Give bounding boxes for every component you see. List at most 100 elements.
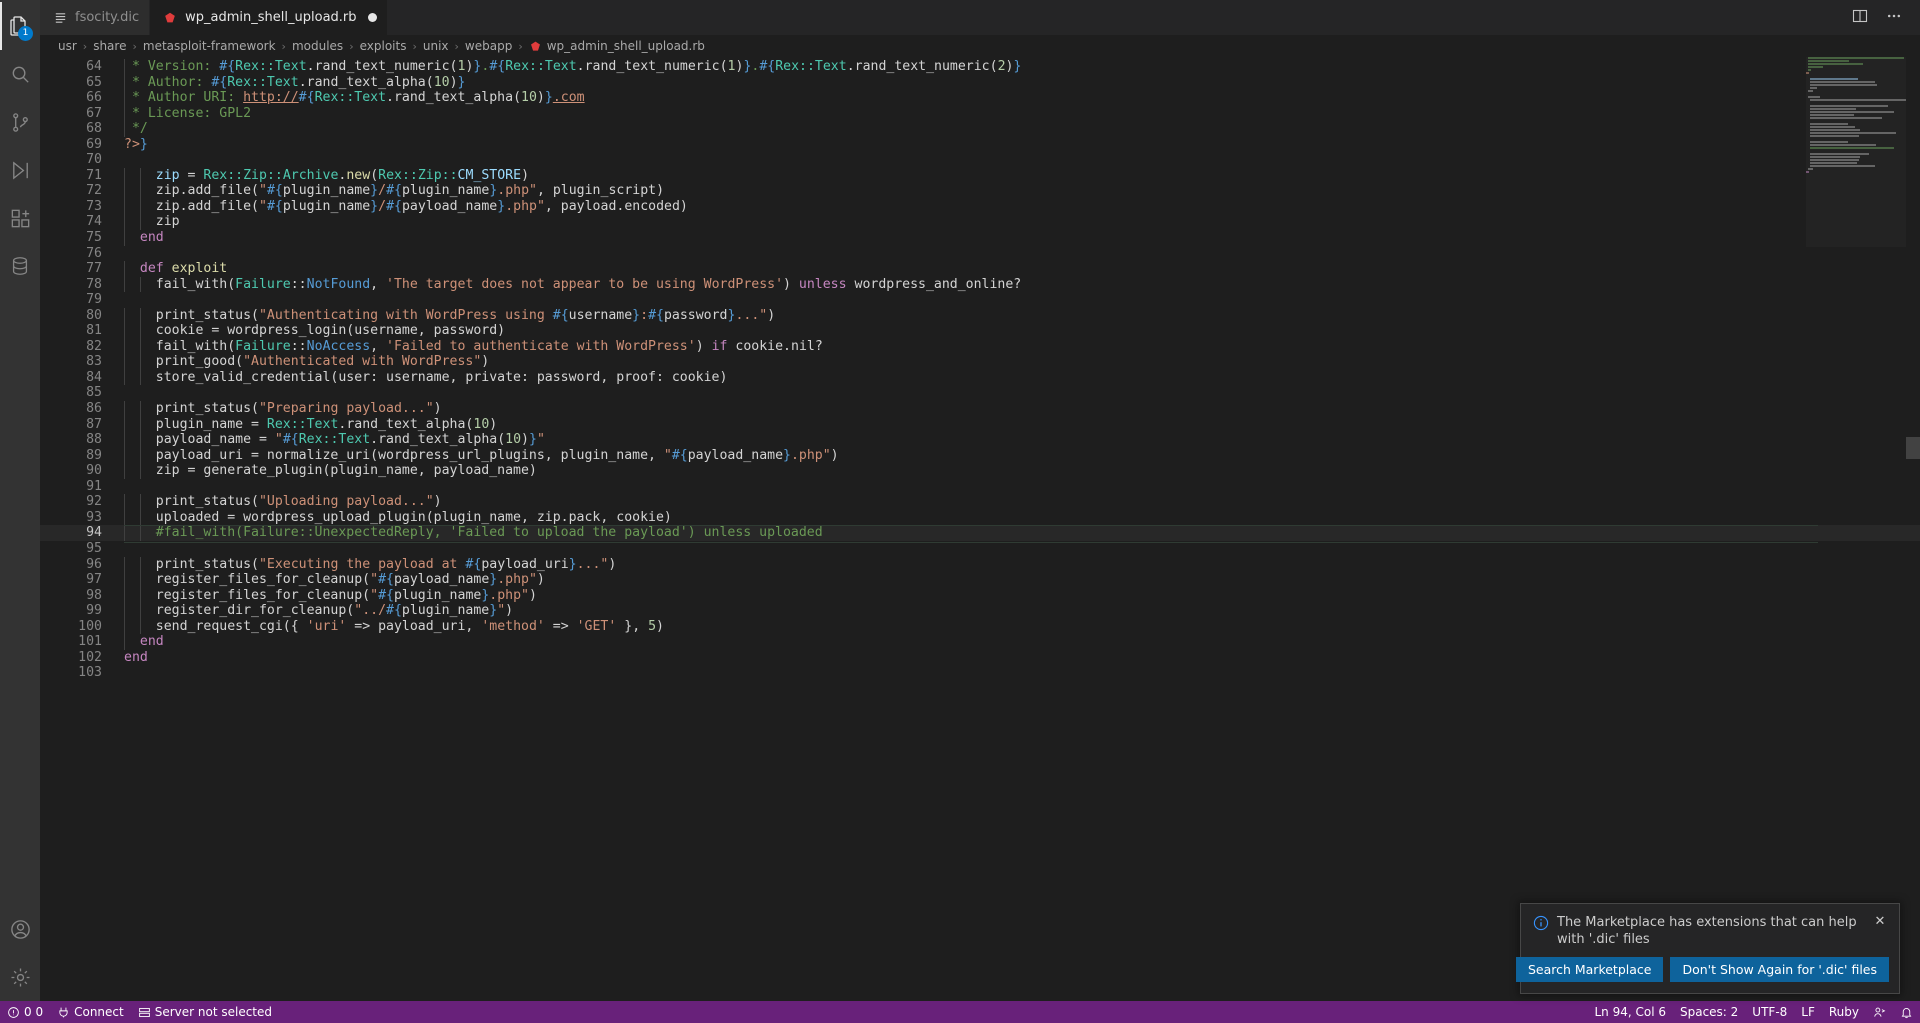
- status-notifications-bell[interactable]: [1893, 1001, 1920, 1023]
- status-connect-label: Connect: [74, 1005, 124, 1019]
- activity-bar-item-extensions[interactable]: [0, 194, 40, 242]
- code-line[interactable]: 81 cookie = wordpress_login(username, pa…: [40, 323, 1920, 339]
- indent-guide: [139, 618, 141, 635]
- code-line[interactable]: 69 ?>}: [40, 137, 1920, 153]
- minimap-slider[interactable]: [1806, 57, 1906, 247]
- code-line[interactable]: 66 * Author URI: http://#{Rex::Text.rand…: [40, 90, 1920, 106]
- code-line[interactable]: 67 * License: GPL2: [40, 105, 1920, 122]
- code-line[interactable]: 75 end: [40, 230, 1920, 246]
- code-line[interactable]: 95: [40, 541, 1920, 557]
- status-indentation[interactable]: Spaces: 2: [1673, 1001, 1745, 1023]
- code-line[interactable]: 68 */: [40, 121, 1920, 137]
- code-line[interactable]: 85: [40, 385, 1920, 401]
- breadcrumb-item-file[interactable]: wp_admin_shell_upload.rb: [529, 39, 705, 53]
- line-number: 76: [86, 245, 102, 261]
- tab-fsocity-dic[interactable]: fsocity.dic: [40, 0, 151, 35]
- code-line[interactable]: 71 zip = Rex::Zip::Archive.new(Rex::Zip:…: [40, 167, 1920, 184]
- code-line[interactable]: 93 uploaded = wordpress_upload_plugin(pl…: [40, 509, 1920, 526]
- activity-bar-item-search[interactable]: [0, 50, 40, 98]
- code-line[interactable]: 82 fail_with(Failure::NoAccess, 'Failed …: [40, 338, 1920, 355]
- status-bar-left: 0 0 Connect Server not selected: [0, 1001, 279, 1023]
- code-line[interactable]: 78 fail_with(Failure::NotFound, 'The tar…: [40, 276, 1920, 293]
- code-line[interactable]: 100 send_request_cgi({ 'uri' => payload_…: [40, 618, 1920, 635]
- code-line[interactable]: 79: [40, 292, 1920, 308]
- code-token: plugin_name: [401, 603, 490, 619]
- breadcrumb-item[interactable]: exploits: [360, 39, 407, 53]
- code-line[interactable]: 64 * Version: #{Rex::Text.rand_text_nume…: [40, 59, 1920, 75]
- code-line[interactable]: 87 plugin_name = Rex::Text.rand_text_alp…: [40, 416, 1920, 433]
- activity-bar-item-run-and-debug[interactable]: [0, 146, 40, 194]
- line-number: 96: [86, 556, 102, 572]
- code-token: ": [536, 198, 545, 214]
- status-language-mode[interactable]: Ruby: [1822, 1001, 1866, 1023]
- code-line[interactable]: 84 store_valid_credential(user: username…: [40, 369, 1920, 386]
- code-line[interactable]: 77 def exploit: [40, 261, 1920, 277]
- code-line[interactable]: 97 register_files_for_cleanup("#{payload…: [40, 572, 1920, 588]
- code-line[interactable]: 92 print_status("Uploading payload..."): [40, 494, 1920, 510]
- code-line[interactable]: 70: [40, 152, 1920, 168]
- code-line[interactable]: 96 print_status("Executing the payload a…: [40, 556, 1920, 573]
- breadcrumb-item[interactable]: metasploit-framework: [143, 39, 276, 53]
- status-server-selector[interactable]: Server not selected: [131, 1001, 279, 1023]
- breadcrumb-item[interactable]: webapp: [465, 39, 512, 53]
- status-live-share[interactable]: [1866, 1001, 1893, 1023]
- server-icon: [138, 1006, 151, 1019]
- activity-bar-item-source-control[interactable]: [0, 98, 40, 146]
- status-connect[interactable]: Connect: [50, 1001, 131, 1023]
- activity-bar-item-explorer[interactable]: 1: [0, 2, 40, 50]
- minimap[interactable]: [1806, 57, 1906, 247]
- code-line[interactable]: 88 payload_name = "#{Rex::Text.rand_text…: [40, 432, 1920, 448]
- code-line[interactable]: 91: [40, 479, 1920, 495]
- code-line[interactable]: 89 payload_uri = normalize_uri(wordpress…: [40, 447, 1920, 464]
- code-line[interactable]: 90 zip = generate_plugin(plugin_name, pa…: [40, 463, 1920, 479]
- code-line[interactable]: 76: [40, 246, 1920, 262]
- breadcrumb-item[interactable]: share: [93, 39, 126, 53]
- code-token: Rex::Text: [298, 432, 371, 448]
- status-encoding[interactable]: UTF-8: [1745, 1001, 1794, 1023]
- activity-bar-item-database[interactable]: [0, 242, 40, 290]
- code-token: "Uploading payload...": [258, 494, 434, 510]
- code-token: }: [457, 74, 466, 90]
- code-line[interactable]: 86 print_status("Preparing payload..."): [40, 401, 1920, 417]
- code-line[interactable]: 103: [40, 665, 1920, 681]
- code-line[interactable]: 65 * Author: #{Rex::Text.rand_text_alpha…: [40, 74, 1920, 91]
- code-token: 2: [997, 59, 1006, 74]
- code-line[interactable]: 102 end: [40, 650, 1920, 666]
- code-line[interactable]: 98 register_files_for_cleanup("#{plugin_…: [40, 587, 1920, 604]
- split-editor-button[interactable]: [1846, 4, 1874, 32]
- status-problems[interactable]: 0 0: [0, 1001, 50, 1023]
- status-eol[interactable]: LF: [1794, 1001, 1822, 1023]
- editor-vertical-scrollbar[interactable]: [1906, 57, 1920, 1001]
- code-token: ): [505, 603, 514, 619]
- code-line[interactable]: 94 #fail_with(Failure::UnexpectedReply, …: [40, 525, 1920, 543]
- code-token: print_status(: [124, 401, 259, 417]
- code-line[interactable]: 73 zip.add_file("#{plugin_name}/#{payloa…: [40, 198, 1920, 215]
- code-line[interactable]: 74 zip: [40, 214, 1920, 231]
- status-cursor-position[interactable]: Ln 94, Col 6: [1587, 1001, 1673, 1023]
- code-content[interactable]: 64 * Version: #{Rex::Text.rand_text_nume…: [40, 57, 1920, 681]
- activity-bar-item-accounts[interactable]: [0, 905, 40, 953]
- editor-viewport[interactable]: 64 * Version: #{Rex::Text.rand_text_nume…: [40, 57, 1920, 1001]
- breadcrumb-item[interactable]: usr: [58, 39, 77, 53]
- activity-bar-item-settings[interactable]: [0, 953, 40, 1001]
- breadcrumb-item[interactable]: unix: [423, 39, 449, 53]
- search-marketplace-button[interactable]: Search Marketplace: [1515, 957, 1664, 982]
- tab-wp-admin-shell-upload-rb[interactable]: wp_admin_shell_upload.rb: [150, 0, 388, 35]
- dirty-indicator-icon[interactable]: [367, 13, 377, 22]
- bell-icon: [1900, 1006, 1913, 1019]
- code-token: }: [497, 198, 506, 214]
- code-line[interactable]: 72 zip.add_file("#{plugin_name}/#{plugin…: [40, 183, 1920, 199]
- code-line[interactable]: 101 end: [40, 634, 1920, 650]
- code-line[interactable]: 80 print_status("Authenticating with Wor…: [40, 307, 1920, 324]
- code-line[interactable]: 83 print_good("Authenticated with WordPr…: [40, 354, 1920, 370]
- scrollbar-thumb[interactable]: [1906, 437, 1920, 459]
- code-token: .rand_text_alpha(: [370, 432, 506, 448]
- code-line[interactable]: 99 register_dir_for_cleanup("../#{plugin…: [40, 603, 1920, 619]
- code-token: 'method': [481, 618, 545, 634]
- dont-show-again-button[interactable]: Don't Show Again for '.dic' files: [1670, 957, 1889, 982]
- breadcrumb-item[interactable]: modules: [292, 39, 343, 53]
- close-icon[interactable]: ✕: [1871, 914, 1889, 929]
- indent-guide: [139, 447, 141, 464]
- more-actions-button[interactable]: [1880, 4, 1908, 32]
- code-token: #{: [386, 198, 402, 214]
